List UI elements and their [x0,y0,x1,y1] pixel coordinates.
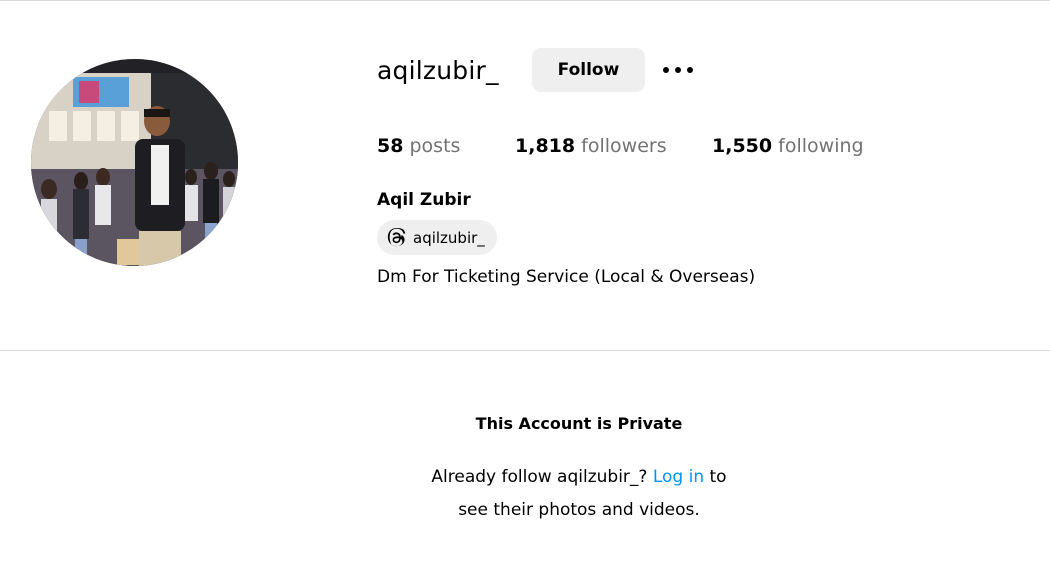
private-message-prefix: Already follow aqilzubir_? [431,467,648,487]
more-options-button[interactable] [660,56,696,84]
private-message-line2: see their photos and videos. [458,500,700,520]
posts-label: posts [409,135,461,157]
followers-label: followers [581,135,667,157]
section-divider [0,350,1050,351]
stat-followers[interactable]: 1,818 followers [515,132,667,160]
stat-following[interactable]: 1,550 following [712,132,864,160]
followers-count: 1,818 [515,135,576,157]
top-border [0,0,1050,1]
stat-posts: 58 posts [377,132,460,160]
more-options-icon [663,67,693,73]
posts-count: 58 [377,135,404,157]
profile-bio: Dm For Ticketing Service (Local & Overse… [377,267,756,287]
threads-handle: aqilzubir_ [413,228,485,247]
login-link[interactable]: Log in [653,467,704,487]
avatar-photo [31,59,238,266]
profile-full-name: Aqil Zubir [377,190,471,210]
following-label: following [778,135,864,157]
private-account-title: This Account is Private [475,414,683,433]
private-message-suffix: to [709,467,727,487]
profile-avatar[interactable] [31,59,238,266]
threads-link[interactable]: aqilzubir_ [377,220,497,255]
private-account-message: Already follow aqilzubir_? Log in to see… [0,461,1050,527]
follow-button[interactable]: Follow [532,48,645,92]
following-count: 1,550 [712,135,773,157]
profile-username: aqilzubir_ [377,56,499,85]
threads-icon [387,227,406,246]
